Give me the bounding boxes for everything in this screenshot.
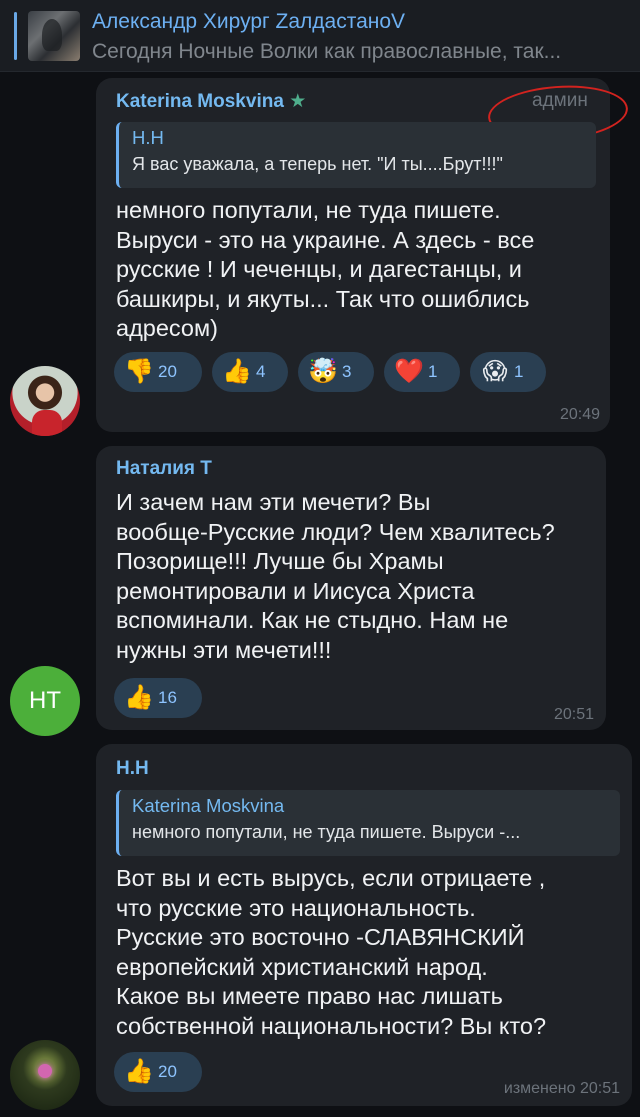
- reply-quote[interactable]: Katerina Moskvina немного попутали, не т…: [116, 790, 620, 856]
- screaming-face-icon: 😱: [482, 358, 508, 385]
- reaction-count: 16: [158, 688, 177, 707]
- pinned-title: Александр Хирург ZалдастаноV: [92, 10, 406, 33]
- reaction-thumbs-up[interactable]: 👍 16: [114, 678, 202, 718]
- thumbs-down-icon: 👎: [124, 358, 154, 385]
- message-author[interactable]: Наталия Т: [116, 458, 212, 480]
- reaction-heart[interactable]: ❤️ 1: [384, 352, 460, 392]
- reaction-thumbs-up[interactable]: 👍 4: [212, 352, 288, 392]
- avatar-katerina[interactable]: [10, 366, 80, 436]
- avatar-natalia[interactable]: НТ: [10, 666, 80, 736]
- message-author[interactable]: Н.Н: [116, 758, 149, 780]
- reply-author: Katerina Moskvina: [132, 795, 285, 816]
- flower-icon: [38, 1064, 52, 1078]
- reply-text: немного попутали, не туда пишете. Выруси…: [132, 822, 521, 842]
- message-time: 20:49: [559, 406, 600, 423]
- thumbs-up-icon: 👍: [124, 684, 154, 711]
- reply-text: Я вас уважала, а теперь нет. "И ты....Бр…: [132, 154, 503, 174]
- pinned-indicator: [14, 12, 17, 60]
- message-time: 20:51: [553, 706, 594, 723]
- author-name: Katerina Moskvina: [116, 91, 284, 112]
- avatar-initials: НТ: [29, 687, 61, 714]
- reaction-count: 4: [256, 362, 266, 381]
- reaction-count: 20: [158, 1062, 177, 1081]
- heart-icon: ❤️: [394, 358, 424, 385]
- reaction-count: 1: [514, 362, 524, 381]
- pinned-message-bar[interactable]: Александр Хирург ZалдастаноV Сегодня Ноч…: [0, 0, 640, 72]
- message-text: Вот вы и есть вырусь, если отрицаете , ч…: [116, 865, 547, 1039]
- pinned-thumbnail: [28, 11, 80, 61]
- message-time: изменено 20:51: [503, 1080, 620, 1097]
- message-text: И зачем нам эти мечети? Вы вообще-Русски…: [116, 489, 555, 663]
- reaction-thumbs-down[interactable]: 👎 20: [114, 352, 202, 392]
- reaction-exploding-head[interactable]: 🤯 3: [298, 352, 374, 392]
- reaction-screaming-face[interactable]: 😱 1: [470, 352, 546, 392]
- thumbs-up-icon: 👍: [222, 358, 252, 385]
- message-author[interactable]: Katerina Moskvina ★: [116, 90, 306, 113]
- avatar-nn[interactable]: [10, 1040, 80, 1110]
- pinned-preview-text: Сегодня Ночные Волки как православные, т…: [92, 40, 562, 63]
- avatar-photo: [32, 410, 62, 436]
- reply-author: Н.Н: [132, 127, 164, 148]
- reaction-thumbs-up[interactable]: 👍 20: [114, 1052, 202, 1092]
- message-text: немного попутали, не туда пишете. Выруси…: [116, 197, 535, 341]
- thumbs-up-icon: 👍: [124, 1058, 154, 1085]
- reaction-count: 20: [158, 362, 177, 381]
- reply-quote[interactable]: Н.Н Я вас уважала, а теперь нет. "И ты..…: [116, 122, 596, 188]
- reaction-count: 1: [428, 362, 438, 381]
- star-icon: ★: [289, 91, 307, 112]
- reaction-count: 3: [342, 362, 352, 381]
- exploding-head-icon: 🤯: [308, 358, 338, 385]
